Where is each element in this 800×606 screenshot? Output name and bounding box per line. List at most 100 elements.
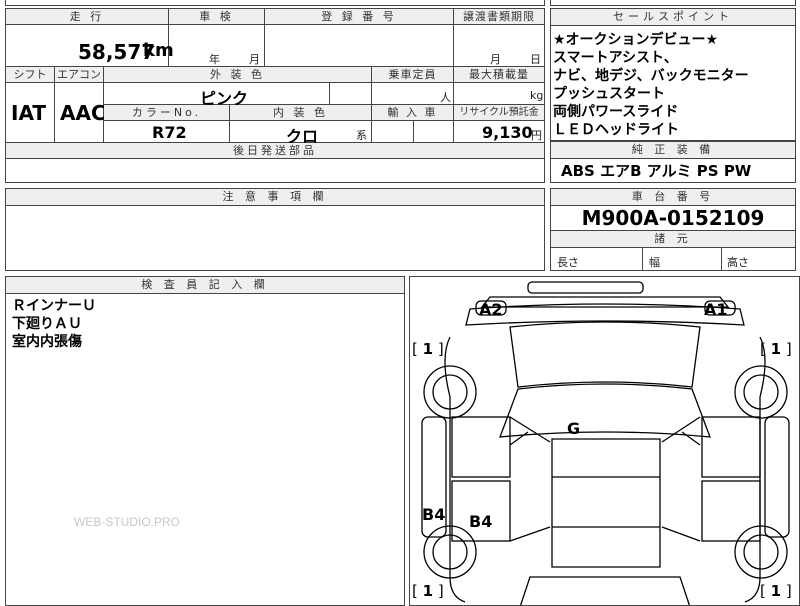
maxload-value-cell: kg bbox=[454, 83, 544, 105]
specs-box: 諸 元 長さ 幅 高さ bbox=[550, 230, 796, 271]
exterior-extra-cell bbox=[330, 83, 372, 105]
genuine-equipment-label: 純 正 装 備 bbox=[551, 141, 795, 159]
damage-mark-g: G bbox=[567, 419, 581, 438]
inspector-note: 室内内張傷 bbox=[12, 334, 82, 350]
damage-mark-b4-left: B4 bbox=[422, 505, 446, 524]
selling-point-line: ★オークションデビュー★ bbox=[553, 32, 719, 48]
caution-box: 注 意 事 項 欄 bbox=[5, 188, 545, 271]
shaken-month-unit: 月 bbox=[249, 53, 260, 66]
registration-label: 登 録 番 号 bbox=[321, 10, 397, 23]
damage-mark-b4-center: B4 bbox=[469, 512, 493, 531]
capacity-unit: 人 bbox=[440, 91, 451, 104]
recycle-value-cell: 9,130 円 bbox=[454, 121, 544, 143]
interior-value-cell: クロ 系 bbox=[230, 121, 372, 146]
later-parts-label-cell: 後日発送部品 bbox=[6, 143, 544, 159]
tire-bracket-left-top: [ 1 ] bbox=[412, 340, 444, 358]
recycle-label-cell: リサイクル預託金 bbox=[454, 105, 544, 121]
recycle-unit: 円 bbox=[531, 129, 542, 142]
shift-value-cell: IAT bbox=[6, 83, 55, 143]
specs-label: 諸 元 bbox=[551, 231, 795, 248]
import-value-cell bbox=[372, 121, 414, 143]
specs-length-label: 長さ bbox=[557, 256, 579, 269]
tire-bracket-right-bottom: [ 1 ] bbox=[760, 582, 792, 600]
selling-points-list: ★オークションデビュー★ スマートアシスト、 ナビ、地デジ、バックモニター プッ… bbox=[553, 31, 749, 139]
top-clipped-row bbox=[5, 0, 545, 6]
inspector-notes: ＲインナーＵ 下廻りＡＵ 室内内張傷 bbox=[12, 297, 96, 351]
colorno-label-cell: カラーNo. bbox=[104, 105, 230, 121]
tire-bracket-left-bottom: [ 1 ] bbox=[412, 582, 444, 600]
shift-label: シフト bbox=[13, 68, 47, 81]
import-label: 輸 入 車 bbox=[387, 106, 438, 119]
genuine-equipment-value: ABS エアB アルミ PS PW bbox=[561, 162, 752, 180]
damage-mark-a1: A1 bbox=[704, 300, 728, 319]
recycle-value: 9,130 bbox=[482, 123, 533, 142]
inspector-note: ＲインナーＵ bbox=[12, 298, 96, 314]
transfer-label: 譲渡書類期限 bbox=[463, 10, 535, 23]
selling-point-line: プッシュスタート bbox=[553, 86, 665, 102]
shaken-label: 車 検 bbox=[199, 10, 234, 23]
mileage-label-cell: 走 行 bbox=[6, 9, 169, 25]
selling-point-line: ＬＥＤヘッドライト bbox=[553, 122, 679, 138]
genuine-equipment-box: 純 正 装 備 ABS エアB アルミ PS PW bbox=[550, 141, 796, 183]
shift-value: IAT bbox=[11, 101, 47, 125]
selling-points-label: セールスポイント bbox=[551, 9, 795, 26]
specs-divider bbox=[642, 247, 643, 271]
maxload-label: 最大積載量 bbox=[469, 68, 529, 81]
interior-label: 内 装 色 bbox=[273, 106, 328, 119]
aircon-value-cell: AAC bbox=[55, 83, 106, 143]
transfer-day-unit: 日 bbox=[530, 53, 541, 66]
top-clipped-row-right bbox=[550, 0, 796, 6]
colorno-label: カラーNo. bbox=[131, 106, 202, 119]
chassis-label: 車 台 番 号 bbox=[551, 189, 795, 206]
colorno-value-cell: R72 bbox=[104, 121, 230, 143]
transfer-month-unit: 月 bbox=[490, 53, 501, 66]
specs-width-label: 幅 bbox=[649, 256, 660, 269]
tire-bracket-right-top: [ 1 ] bbox=[760, 340, 792, 358]
vehicle-info-block: 走 行 車 検 登 録 番 号 譲渡書類期限 58,577 km 年 月 月 日… bbox=[5, 8, 545, 183]
maxload-unit: kg bbox=[530, 89, 544, 102]
caution-label: 注 意 事 項 欄 bbox=[6, 189, 544, 206]
aircon-label-cell: エアコン bbox=[55, 67, 104, 83]
shift-label-cell: シフト bbox=[6, 67, 55, 83]
shaken-label-cell: 車 検 bbox=[169, 9, 265, 25]
chassis-box: 車 台 番 号 M900A-0152109 bbox=[550, 188, 796, 231]
aircon-value: AAC bbox=[60, 101, 106, 125]
transfer-label-cell: 譲渡書類期限 bbox=[454, 9, 544, 25]
inspector-box: 検 査 員 記 入 欄 ＲインナーＵ 下廻りＡＵ 室内内張傷 WEB-STUDI… bbox=[5, 276, 405, 606]
recycle-label: リサイクル預託金 bbox=[459, 107, 539, 118]
registration-label-cell: 登 録 番 号 bbox=[265, 9, 454, 25]
damage-mark-a2: A2 bbox=[479, 300, 503, 319]
inspector-label: 検 査 員 記 入 欄 bbox=[6, 277, 404, 294]
selling-point-line: 両側パワースライド bbox=[553, 104, 679, 120]
later-parts-value-cell bbox=[6, 159, 544, 182]
mileage-label: 走 行 bbox=[69, 10, 105, 23]
selling-point-line: ナビ、地デジ、バックモニター bbox=[553, 68, 749, 84]
registration-value-cell bbox=[265, 25, 454, 67]
capacity-value-cell: 人 bbox=[372, 83, 454, 105]
mileage-value-cell: 58,577 km bbox=[6, 25, 174, 67]
specs-divider bbox=[721, 247, 722, 271]
specs-height-label: 高さ bbox=[727, 256, 749, 269]
maxload-label-cell: 最大積載量 bbox=[454, 67, 544, 83]
exterior-label-cell: 外 装 色 bbox=[104, 67, 372, 83]
shaken-value-cell: 年 月 bbox=[169, 25, 265, 67]
capacity-label: 乗車定員 bbox=[388, 68, 437, 81]
import-value-cell-2 bbox=[414, 121, 454, 143]
watermark: WEB-STUDIO.PRO bbox=[74, 515, 181, 529]
inspector-note: 下廻りＡＵ bbox=[12, 316, 82, 332]
shaken-year-unit: 年 bbox=[209, 53, 220, 66]
interior-label-cell: 内 装 色 bbox=[230, 105, 372, 121]
car-diagram-box: A2 A1 G B4 B4 [ 1 ] [ 1 ] [ 1 ] [ 1 ] bbox=[409, 276, 800, 606]
later-parts-label: 後日発送部品 bbox=[233, 144, 317, 157]
car-diagram bbox=[421, 281, 790, 605]
exterior-value-cell: ピンク bbox=[104, 83, 330, 108]
selling-points-box: セールスポイント ★オークションデビュー★ スマートアシスト、 ナビ、地デジ、バ… bbox=[550, 8, 796, 141]
chassis-value: M900A-0152109 bbox=[581, 206, 765, 230]
exterior-label: 外 装 色 bbox=[210, 68, 265, 81]
import-label-cell: 輸 入 車 bbox=[372, 105, 454, 121]
interior-suffix: 系 bbox=[356, 129, 367, 142]
colorno-value: R72 bbox=[152, 123, 187, 142]
transfer-value-cell: 月 日 bbox=[454, 25, 544, 67]
capacity-label-cell: 乗車定員 bbox=[372, 67, 454, 83]
selling-point-line: スマートアシスト、 bbox=[553, 50, 678, 66]
